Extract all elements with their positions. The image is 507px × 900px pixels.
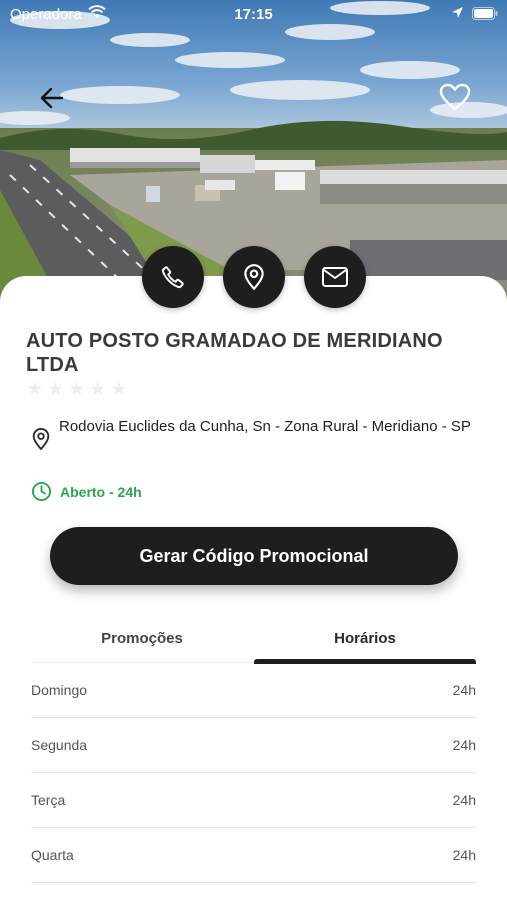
mail-icon bbox=[322, 267, 348, 287]
schedule-row: Terça 24h bbox=[31, 773, 476, 828]
rating-stars: ★ ★ ★ ★ ★ bbox=[26, 380, 127, 399]
star-icon: ★ bbox=[68, 379, 86, 400]
arrow-left-icon bbox=[40, 87, 64, 109]
battery-icon bbox=[472, 7, 498, 24]
back-button[interactable] bbox=[36, 82, 68, 114]
tab-label: Horários bbox=[334, 630, 396, 647]
address-text: Rodovia Euclides da Cunha, Sn - Zona Rur… bbox=[59, 418, 471, 435]
schedule-list: Domingo 24h Segunda 24h Terça 24h Quarta… bbox=[31, 663, 476, 883]
schedule-row: Quarta 24h bbox=[31, 828, 476, 883]
schedule-hours: 24h bbox=[452, 792, 476, 808]
star-icon: ★ bbox=[47, 379, 65, 400]
open-status: Aberto - 24h bbox=[31, 481, 142, 502]
status-bar: Operadora 17:15 bbox=[0, 0, 507, 28]
directions-button[interactable] bbox=[223, 246, 285, 308]
schedule-hours: 24h bbox=[452, 737, 476, 753]
favorite-button[interactable] bbox=[437, 80, 473, 114]
tab-horarios[interactable]: Horários bbox=[254, 620, 476, 664]
location-arrow-icon bbox=[451, 6, 464, 23]
schedule-day: Segunda bbox=[31, 737, 88, 753]
contact-actions bbox=[0, 246, 507, 308]
clock-time: 17:15 bbox=[234, 6, 273, 23]
tab-label: Promoções bbox=[101, 630, 183, 647]
schedule-hours: 24h bbox=[452, 847, 476, 863]
star-icon: ★ bbox=[26, 379, 44, 400]
clock-icon bbox=[31, 481, 52, 502]
heart-outline-icon bbox=[439, 83, 471, 111]
star-icon: ★ bbox=[110, 379, 128, 400]
schedule-day: Quarta bbox=[31, 847, 74, 863]
place-title: AUTO POSTO GRAMADAO DE MERIDIANO LTDA bbox=[26, 330, 443, 376]
generate-promo-code-button[interactable]: Gerar Código Promocional bbox=[50, 527, 458, 585]
tab-promocoes[interactable]: Promoções bbox=[31, 620, 253, 663]
open-status-text: Aberto - 24h bbox=[60, 483, 142, 500]
star-icon: ★ bbox=[89, 379, 107, 400]
map-pin-icon bbox=[30, 426, 52, 457]
map-pin-icon bbox=[244, 264, 264, 290]
schedule-day: Domingo bbox=[31, 682, 88, 698]
tab-bar: Promoções Horários bbox=[31, 620, 476, 664]
call-button[interactable] bbox=[142, 246, 204, 308]
phone-icon bbox=[161, 266, 184, 289]
schedule-row: Domingo 24h bbox=[31, 663, 476, 718]
schedule-day: Terça bbox=[31, 792, 66, 808]
schedule-row: Segunda 24h bbox=[31, 718, 476, 773]
schedule-hours: 24h bbox=[452, 682, 476, 698]
email-button[interactable] bbox=[304, 246, 366, 308]
